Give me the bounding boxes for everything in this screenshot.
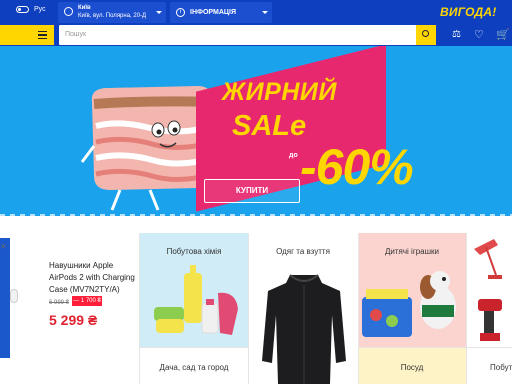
divider [139,233,140,384]
search-icon [422,30,429,37]
divider [140,347,248,348]
info-icon: i [176,8,185,17]
category-toys[interactable]: Дитячі іграшки [358,233,466,347]
store-address: Київ, вул. Полярна, 20-Д [78,13,147,19]
category-household-chemicals[interactable]: Побутова хімія [140,233,248,347]
category-label: Одяг та взуття [276,247,330,256]
category-tools[interactable] [466,233,512,347]
featured-product-card[interactable]: ✕ Навушники Apple AirPods 2 with Chargin… [0,216,140,384]
nav-bar: Пошук ⚖ ♡ 🛒 [0,24,512,46]
category-label: Побутова хімія [166,247,222,256]
category-label: Дитячі іграшки [384,247,440,256]
language-switch[interactable]: Рус [16,6,46,13]
catalog-menu-button[interactable] [0,25,54,45]
lamp-and-drill-image [474,239,502,341]
buy-button[interactable]: КУПИТИ [204,179,300,203]
divider [358,233,359,384]
top-bar: Рус Київ Київ, вул. Полярна, 20-Д i ІНФО… [0,0,512,24]
promo-headline: ЖИРНИЙ [222,78,337,106]
city-selector[interactable]: Київ Київ, вул. Полярна, 20-Д [58,2,166,23]
category-label: Побут [490,363,512,372]
chevron-down-icon [262,11,268,14]
divider [358,347,512,348]
location-pin-icon [64,7,73,16]
chevron-down-icon [156,11,162,14]
category-household[interactable]: Побут [466,347,512,384]
search-box[interactable]: Пошук [59,25,436,45]
page: Рус Київ Київ, вул. Полярна, 20-Д i ІНФО… [0,0,512,384]
product-title[interactable]: Навушники Apple AirPods 2 with Charging … [49,260,139,296]
product-image [0,238,10,358]
search-button[interactable] [416,25,436,45]
info-label: ІНФОРМАЦІЯ [190,9,236,16]
promo-up-to-label: до [289,152,298,159]
language-label: Рус [34,6,46,13]
product-tiles: ✕ Навушники Apple AirPods 2 with Chargin… [0,216,512,384]
divider [248,233,249,384]
promo-subheadline: SALe [232,110,307,142]
favorites-icon[interactable]: ♡ [474,28,484,41]
promo-banner[interactable]: ЖИРНИЙ SALe до -60% КУПИТИ [0,46,512,216]
category-garden[interactable]: Дача, сад та город [140,347,248,384]
category-dishes[interactable]: Посуд [358,347,466,384]
close-icon[interactable]: ✕ [0,242,7,251]
current-price: 5 299 ₴ [49,312,98,328]
compare-icon[interactable]: ⚖ [452,29,461,40]
search-input[interactable]: Пошук [65,31,86,38]
toys-image [362,271,456,337]
toggle-icon[interactable] [16,6,29,13]
old-price: 6 999 ₴ [49,300,70,306]
cleaning-products-image [154,265,238,335]
discount-badge: — 1 700 ₴ [72,296,102,306]
earbud-image [10,289,18,303]
category-label: Дача, сад та город [159,363,229,372]
hamburger-icon [38,31,47,39]
logo[interactable]: ВИГОДА! [440,5,496,19]
city-name: Київ [78,5,91,11]
jacket-image [262,274,346,384]
category-clothing[interactable]: Одяг та взуття [248,233,358,384]
divider [466,233,467,384]
info-dropdown[interactable]: i ІНФОРМАЦІЯ [170,2,272,23]
category-label: Посуд [400,363,424,372]
promo-discount: -60% [300,139,414,195]
cart-icon[interactable]: 🛒 [496,28,510,41]
